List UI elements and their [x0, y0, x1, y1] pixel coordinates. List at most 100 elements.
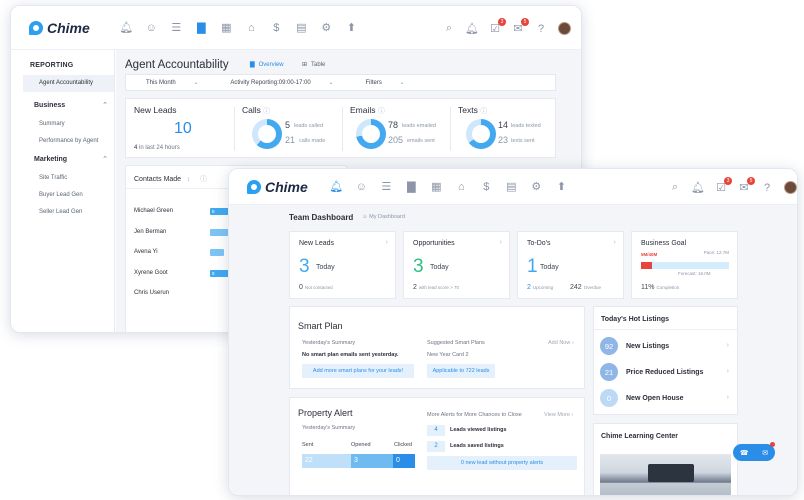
hot-item-price-reduced[interactable]: 21 Price Reduced Listings: [600, 363, 703, 381]
bell-nav-icon[interactable]: 🔔︎: [329, 180, 343, 193]
contact-row-name[interactable]: Jen Berman: [134, 229, 166, 235]
main-nav: 🔔︎ ☺ ☰ ▇ ▦ ⌂ $ ▤ ⚙ ⬆: [329, 180, 568, 194]
tasks-icon[interactable]: ☑ 3: [715, 176, 732, 194]
chevron-right-icon: ›: [726, 394, 729, 401]
contact-row-bar: [210, 249, 224, 256]
saved-label[interactable]: Leads saved listings: [450, 443, 504, 449]
activity-filter[interactable]: Activity Reporting:09:00-17:00 ⌄: [220, 79, 339, 86]
sidebar-section-business[interactable]: Business ⌃: [23, 96, 114, 116]
help-icon[interactable]: ?: [761, 182, 773, 194]
sidebar-item-summary[interactable]: Summary: [23, 116, 114, 133]
dollar-nav-icon[interactable]: $: [270, 21, 283, 34]
tab-table[interactable]: ⊞ Table: [302, 61, 325, 69]
image-nav-icon[interactable]: ▤: [505, 180, 518, 193]
people-nav-icon[interactable]: ☺: [355, 180, 368, 193]
chat-widget[interactable]: ☎ ✉: [733, 444, 775, 461]
clipboard-nav-icon[interactable]: ☰: [380, 180, 393, 193]
sidebar-item-performance-by-agent[interactable]: Performance by Agent: [23, 133, 114, 150]
tasks-badge: 3: [498, 17, 506, 26]
sidebar-item-buyer-lead-gen[interactable]: Buyer Lead Gen: [23, 187, 114, 204]
upcoming-count: 2: [527, 284, 531, 291]
add-smart-plans-button[interactable]: Add more smart plans for your leads!: [302, 364, 414, 378]
chime-logo[interactable]: Chime: [29, 20, 90, 36]
sort-icon[interactable]: ↕: [187, 177, 190, 183]
phone-icon[interactable]: ☎: [740, 449, 749, 457]
count-circle: 92: [600, 337, 618, 355]
new-leads-value[interactable]: 10: [174, 120, 192, 138]
dollar-nav-icon[interactable]: $: [480, 180, 493, 193]
contact-row-name[interactable]: Avena Yi: [134, 249, 158, 255]
leads-emailed-label: leads emailed: [402, 123, 436, 129]
tab-overview[interactable]: ▇ Overview: [250, 61, 284, 69]
info-icon[interactable]: ⓘ: [200, 176, 207, 183]
help-icon[interactable]: ?: [535, 23, 547, 35]
contact-row-name[interactable]: Michael Green: [134, 208, 173, 214]
chevron-right-icon: ›: [726, 368, 729, 375]
info-icon[interactable]: ⓘ: [480, 108, 487, 115]
clipboard-nav-icon[interactable]: ☰: [170, 21, 183, 34]
property-alert-section: Property Alert Yesterday's Summary Sent …: [289, 397, 585, 495]
search-icon[interactable]: ⌕: [669, 181, 681, 194]
reports-nav-icon[interactable]: ▇: [195, 21, 208, 34]
contact-row-name[interactable]: Chris Userun: [134, 290, 169, 296]
chat-notification-dot: [770, 442, 775, 447]
kpi-title: To-Do's: [527, 240, 551, 247]
learning-thumbnail[interactable]: [600, 454, 731, 495]
count-circle: 0: [600, 389, 618, 407]
sidebar-item-seller-lead-gen[interactable]: Seller Lead Gen: [23, 204, 114, 221]
lead-score-label: with lead score > 70: [418, 285, 460, 290]
tab-label: Overview: [258, 61, 284, 68]
people-nav-icon[interactable]: ☺: [145, 21, 158, 34]
reports-nav-icon[interactable]: ▇: [405, 180, 418, 193]
more-filters[interactable]: Filters ⌄: [355, 79, 410, 86]
sidebar-item-agent-accountability[interactable]: Agent Accountability: [23, 75, 114, 92]
saved-count: 2: [427, 441, 445, 452]
sidebar-item-site-traffic[interactable]: Site Traffic: [23, 170, 114, 187]
no-alerts-button[interactable]: 0 new lead without property alerts: [427, 456, 577, 470]
info-icon[interactable]: ⓘ: [378, 108, 385, 115]
filter-label: Activity Reporting:09:00-17:00: [230, 80, 311, 86]
viewed-label[interactable]: Leads viewed listings: [450, 427, 507, 433]
contact-row-name[interactable]: Xyrene Goot: [134, 270, 168, 276]
messages-badge: 5: [747, 176, 755, 185]
info-icon[interactable]: ⓘ: [263, 108, 270, 115]
notification-bell-icon[interactable]: 🔔︎: [691, 182, 705, 194]
view-more-link[interactable]: View More ›: [544, 412, 573, 418]
kpi-value: 3: [413, 256, 424, 277]
tasks-icon[interactable]: ☑ 3: [489, 17, 506, 35]
image-nav-icon[interactable]: ▤: [295, 21, 308, 34]
chime-logo[interactable]: Chime: [247, 179, 308, 195]
messages-icon[interactable]: ✉ 5: [738, 176, 755, 194]
emails-label-text: Emails: [350, 105, 376, 115]
sidebar-section-marketing[interactable]: Marketing ⌃: [23, 150, 114, 170]
home-nav-icon[interactable]: ⌂: [245, 21, 258, 34]
add-now-link[interactable]: Add Now ›: [548, 340, 574, 346]
todos-card[interactable]: To-Do's › 1 Today 2 Upcoming 242 Overdue: [517, 231, 624, 299]
messages-icon[interactable]: ✉ 5: [512, 17, 529, 35]
date-filter[interactable]: This Month ⌄: [136, 79, 204, 86]
grid-nav-icon[interactable]: ▦: [430, 180, 443, 193]
hot-item-new-listings[interactable]: 92 New Listings: [600, 337, 669, 355]
new-leads-card[interactable]: New Leads › 3 Today 0 Not contacted: [289, 231, 396, 299]
bell-nav-icon[interactable]: 🔔︎: [119, 21, 133, 34]
notification-bell-icon[interactable]: 🔔︎: [465, 23, 479, 35]
applicable-leads-button[interactable]: Applicable to 722 leads: [427, 364, 495, 378]
my-dashboard-link[interactable]: ☺ My Dashboard: [362, 214, 405, 220]
user-avatar[interactable]: [784, 181, 797, 194]
grid-nav-icon[interactable]: ▦: [220, 21, 233, 34]
hot-item-open-house[interactable]: 0 New Open House: [600, 389, 684, 407]
home-nav-icon[interactable]: ⌂: [455, 180, 468, 193]
user-avatar[interactable]: [558, 22, 571, 35]
gear-nav-icon[interactable]: ⚙: [320, 21, 333, 34]
upload-nav-icon[interactable]: ⬆: [345, 21, 358, 34]
search-icon[interactable]: ⌕: [443, 22, 455, 35]
col-sent: Sent: [302, 442, 314, 448]
filter-label: This Month: [146, 80, 176, 86]
opportunities-card[interactable]: Opportunities › 3 Today 2 with lead score…: [403, 231, 510, 299]
gear-nav-icon[interactable]: ⚙: [530, 180, 543, 193]
business-goal-card[interactable]: Business Goal Pace: 12.7M 5M/40M Forecas…: [631, 231, 738, 299]
upcoming-label: Upcoming: [532, 285, 554, 290]
filter-bar: This Month ⌄ Activity Reporting:09:00-17…: [125, 74, 556, 91]
upload-nav-icon[interactable]: ⬆: [555, 180, 568, 193]
chat-bubble-icon[interactable]: ✉: [762, 449, 768, 457]
